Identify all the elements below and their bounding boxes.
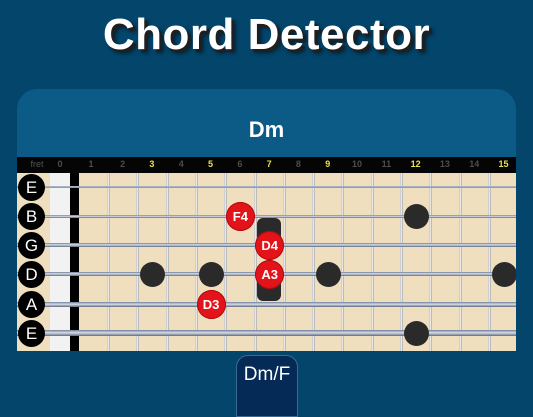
fret-wire bbox=[429, 173, 433, 351]
fret-number: 11 bbox=[381, 159, 392, 169]
fret-number-header: fret 0 1 2 3 4 5 6 7 8 9 10 11 12 13 14 15 bbox=[17, 157, 516, 173]
fret-number: 14 bbox=[469, 159, 480, 169]
fret-number: 8 bbox=[295, 159, 301, 169]
fretboard-panel: Dm fret 0 1 2 3 4 5 6 7 8 9 10 11 12 13 14 15 E B G D A E F4 D… bbox=[17, 89, 516, 351]
fret-wire bbox=[370, 173, 374, 351]
fret-number: 15 bbox=[498, 159, 509, 169]
fret-number: 5 bbox=[208, 159, 214, 169]
string-label[interactable]: E bbox=[18, 320, 45, 347]
fret-header-label: fret bbox=[30, 159, 44, 169]
chord-note[interactable]: A3 bbox=[255, 260, 285, 289]
chord-name: Dm bbox=[248, 117, 285, 142]
fret-wire bbox=[487, 173, 491, 351]
string-label[interactable]: B bbox=[18, 203, 45, 230]
guitar-string bbox=[17, 330, 516, 336]
fret-wire bbox=[458, 173, 462, 351]
open-string-area bbox=[50, 173, 70, 351]
fret-number: 9 bbox=[325, 159, 331, 169]
fret-wire bbox=[224, 173, 228, 351]
fret-marker-dot bbox=[491, 262, 516, 287]
fret-marker-dot bbox=[403, 204, 429, 229]
fret-wire bbox=[107, 173, 110, 351]
fret-number: 3 bbox=[149, 159, 155, 169]
string-label[interactable]: A bbox=[18, 291, 45, 318]
fret-wire bbox=[165, 173, 169, 351]
chord-note[interactable]: F4 bbox=[225, 202, 255, 231]
string-label[interactable]: E bbox=[18, 174, 45, 201]
fret-wire bbox=[194, 173, 198, 351]
fret-wire bbox=[400, 173, 403, 351]
fret-number: 6 bbox=[237, 159, 243, 169]
string-label[interactable]: D bbox=[18, 261, 45, 288]
fret-marker-dot bbox=[139, 262, 165, 287]
chord-note[interactable]: D3 bbox=[196, 290, 226, 319]
app-title: Chord Detector bbox=[102, 10, 431, 59]
fret-number: 0 bbox=[57, 159, 63, 169]
fret-marker-dot bbox=[198, 262, 224, 287]
fret-number: 2 bbox=[120, 159, 126, 169]
fret-marker-dot bbox=[315, 262, 341, 287]
chord-variant-button[interactable]: Dm/F bbox=[236, 355, 298, 417]
fret-wire bbox=[312, 173, 316, 351]
fret-number: 10 bbox=[352, 159, 363, 169]
fret-number: 1 bbox=[88, 159, 94, 169]
nut bbox=[70, 173, 79, 351]
fret-wire bbox=[136, 173, 140, 351]
fret-wire bbox=[341, 173, 345, 351]
fretboard[interactable]: E B G D A E F4 D4 A3 D3 bbox=[17, 173, 516, 351]
fret-marker-dot bbox=[403, 321, 429, 346]
guitar-string bbox=[17, 186, 516, 188]
fret-wire bbox=[282, 173, 286, 351]
fret-wire bbox=[253, 173, 257, 351]
fret-number: 4 bbox=[178, 159, 184, 169]
chord-note[interactable]: D4 bbox=[255, 231, 285, 260]
guitar-string bbox=[17, 301, 516, 307]
fret-number: 12 bbox=[410, 159, 421, 169]
fret-number: 7 bbox=[266, 159, 272, 169]
string-label[interactable]: G bbox=[18, 232, 45, 259]
fret-number: 13 bbox=[439, 159, 450, 169]
